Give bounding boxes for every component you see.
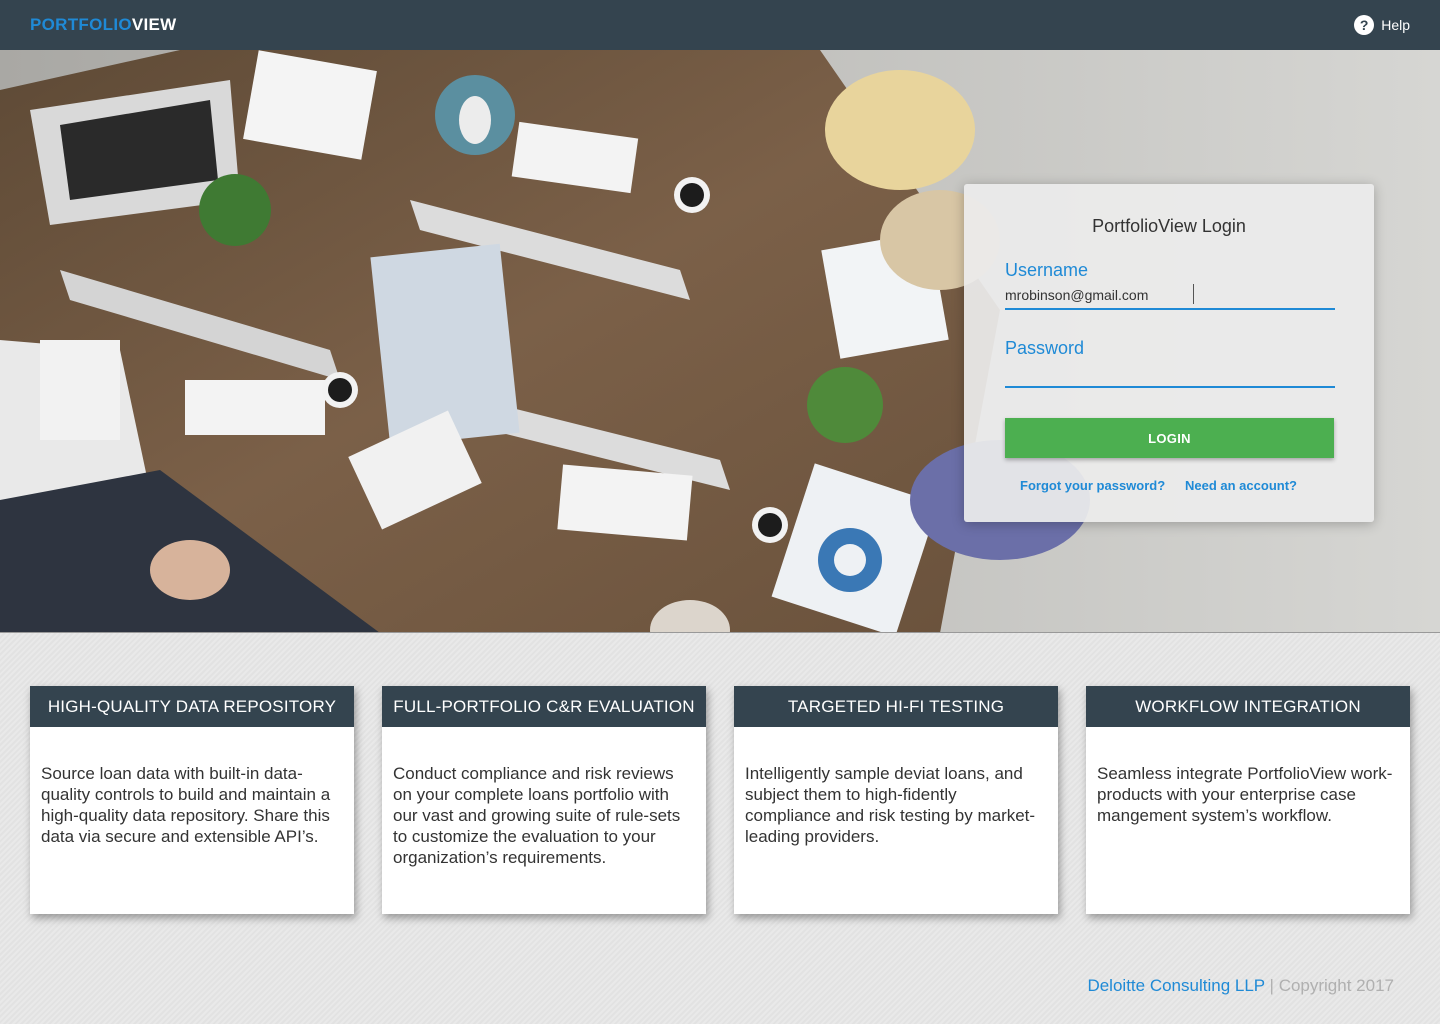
- feature-card-title: HIGH-QUALITY DATA REPOSITORY: [30, 686, 354, 727]
- password-input[interactable]: [1005, 360, 1335, 388]
- text-caret: [1193, 284, 1194, 304]
- username-label: Username: [1005, 260, 1089, 280]
- feature-card-body: Intelligently sample deviat loans, and s…: [745, 764, 1036, 846]
- forgot-password-link[interactable]: Forgot your password?: [1020, 478, 1165, 493]
- need-account-link[interactable]: Need an account?: [1185, 478, 1297, 493]
- footer-copyright: Copyright 2017: [1278, 976, 1394, 995]
- question-circle-icon: ?: [1354, 15, 1375, 35]
- feature-card-body: Conduct compliance and risk reviews on y…: [393, 764, 681, 867]
- feature-card-workflow-integration: WORKFLOW INTEGRATION Seamless integrate …: [1086, 686, 1410, 914]
- password-label: Password: [1005, 338, 1085, 358]
- feature-card-title: FULL-PORTFOLIO C&R EVALUATION: [382, 686, 706, 727]
- login-panel: PortfolioView Login Username Password LO…: [964, 184, 1374, 522]
- help-label: Help: [1381, 17, 1410, 33]
- feature-card-targeted-testing: TARGETED HI-FI TESTING Intelligently sam…: [734, 686, 1058, 914]
- hero-image: PortfolioView Login Username Password LO…: [0, 50, 1440, 633]
- feature-card-data-repository: HIGH-QUALITY DATA REPOSITORY Source loan…: [30, 686, 354, 914]
- login-button[interactable]: LOGIN: [1005, 418, 1334, 458]
- brand-part-2: VIEW: [131, 15, 177, 34]
- footer-separator: |: [1264, 976, 1279, 995]
- feature-card-body: Source loan data with built-in data-qual…: [41, 764, 331, 846]
- login-title: PortfolioView Login: [1092, 216, 1246, 236]
- top-nav: PORTFOLIOVIEW ? Help: [0, 0, 1440, 50]
- feature-card-title: TARGETED HI-FI TESTING: [734, 686, 1058, 727]
- footer-company-link[interactable]: Deloitte Consulting LLP: [1087, 976, 1264, 995]
- feature-card-portfolio-evaluation: FULL-PORTFOLIO C&R EVALUATION Conduct co…: [382, 686, 706, 914]
- footer: Deloitte Consulting LLP | Copyright 2017: [1087, 976, 1394, 996]
- brand-part-1: PORTFOLIO: [30, 15, 132, 34]
- feature-card-title: WORKFLOW INTEGRATION: [1086, 686, 1410, 727]
- username-input[interactable]: [1005, 282, 1335, 310]
- feature-card-body: Seamless integrate PortfolioView work-pr…: [1097, 764, 1393, 825]
- help-link[interactable]: ? Help: [1354, 15, 1410, 35]
- brand-logo[interactable]: PORTFOLIOVIEW: [30, 15, 177, 35]
